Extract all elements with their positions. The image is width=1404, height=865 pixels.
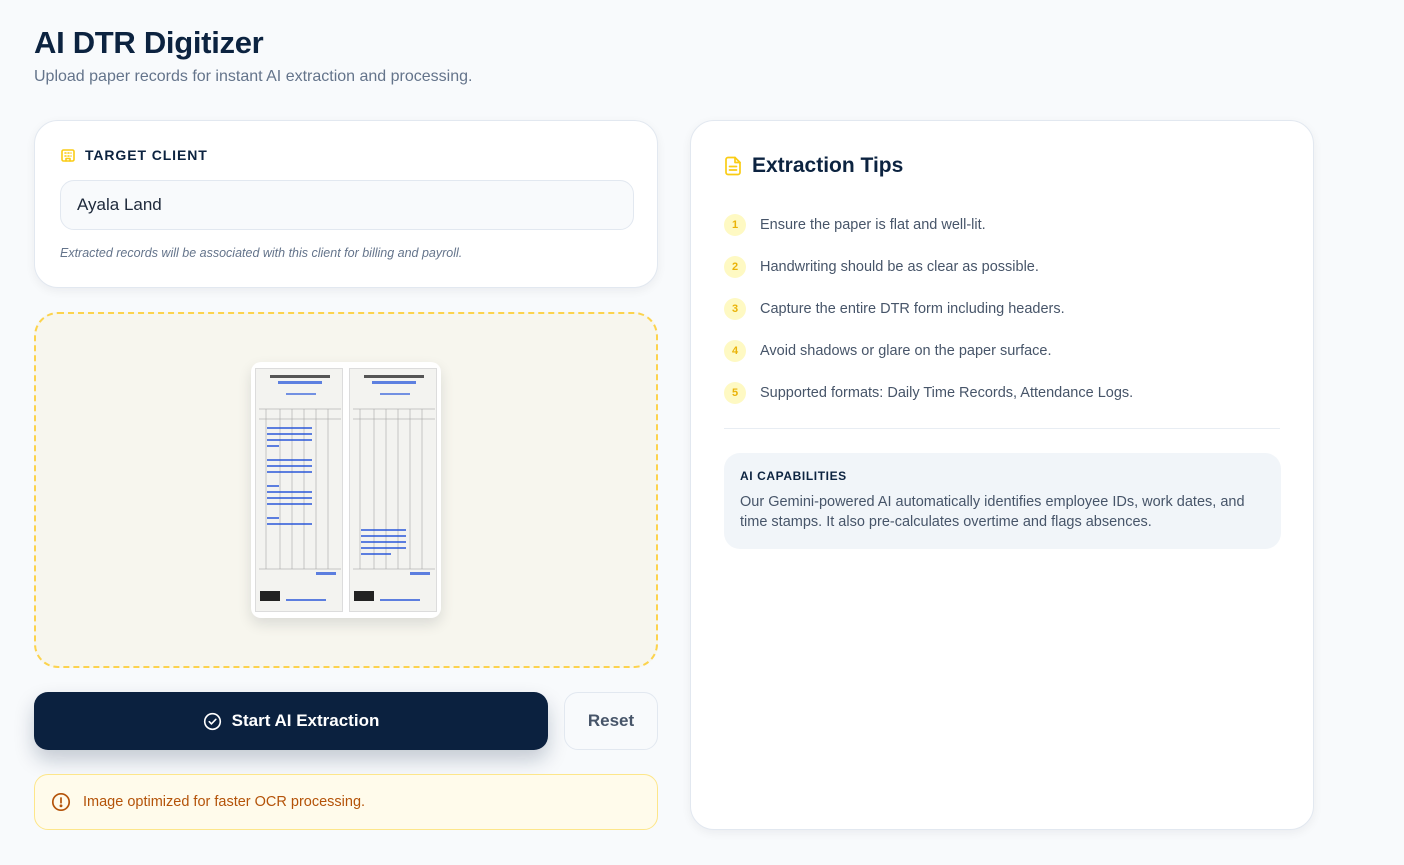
tip-number: 2 [724, 256, 746, 278]
tip-item: 3 Capture the entire DTR form including … [724, 288, 1280, 330]
ai-capabilities-box: AI CAPABILITIES Our Gemini-powered AI au… [724, 453, 1281, 549]
extraction-tips-title: Extraction Tips [752, 154, 904, 177]
tip-number: 1 [724, 214, 746, 236]
tips-divider [724, 428, 1280, 429]
target-client-input[interactable] [60, 180, 634, 230]
tip-item: 4 Avoid shadows or glare on the paper su… [724, 330, 1280, 372]
tip-text: Capture the entire DTR form including he… [760, 301, 1065, 317]
tip-item: 5 Supported formats: Daily Time Records,… [724, 372, 1280, 414]
tip-text: Ensure the paper is flat and well-lit. [760, 217, 986, 233]
extraction-tips-header: Extraction Tips [724, 154, 1280, 178]
target-client-note: Extracted records will be associated wit… [60, 246, 463, 260]
dtr-page-left [255, 368, 343, 612]
start-ai-extraction-label: Start AI Extraction [231, 711, 380, 730]
page-header: AI DTR Digitizer Upload paper records fo… [34, 24, 472, 86]
dtr-image-preview [251, 362, 441, 618]
tip-number: 5 [724, 382, 746, 404]
tips-list: 1 Ensure the paper is flat and well-lit.… [724, 204, 1280, 414]
tip-item: 1 Ensure the paper is flat and well-lit. [724, 204, 1280, 246]
optimization-notice: Image optimized for faster OCR processin… [34, 774, 658, 830]
page-subtitle: Upload paper records for instant AI extr… [34, 68, 473, 85]
ai-capabilities-text: Our Gemini-powered AI automatically iden… [740, 494, 1245, 530]
reset-button[interactable]: Reset [564, 692, 658, 750]
upload-drop-zone[interactable] [34, 312, 658, 668]
tip-text: Handwriting should be as clear as possib… [760, 259, 1039, 275]
target-client-label: TARGET CLIENT [85, 147, 208, 163]
dtr-page-right [349, 368, 437, 612]
tip-number: 4 [724, 340, 746, 362]
check-circle-icon [203, 712, 222, 731]
page-title: AI DTR Digitizer [34, 25, 264, 60]
target-client-header: TARGET CLIENT [60, 147, 632, 163]
ai-capabilities-title: AI CAPABILITIES [740, 469, 847, 483]
tip-number: 3 [724, 298, 746, 320]
document-icon [724, 156, 742, 176]
building-icon [60, 147, 76, 163]
extraction-tips-card: Extraction Tips 1 Ensure the paper is fl… [690, 120, 1314, 830]
optimization-notice-text: Image optimized for faster OCR processin… [83, 794, 366, 810]
tip-text: Supported formats: Daily Time Records, A… [760, 385, 1134, 401]
target-client-card: TARGET CLIENT Extracted records will be … [34, 120, 658, 288]
tip-item: 2 Handwriting should be as clear as poss… [724, 246, 1280, 288]
page: AI DTR Digitizer Upload paper records fo… [0, 0, 1404, 865]
tip-text: Avoid shadows or glare on the paper surf… [760, 343, 1052, 359]
start-ai-extraction-button[interactable]: Start AI Extraction [34, 692, 548, 750]
alert-circle-icon [51, 792, 71, 812]
